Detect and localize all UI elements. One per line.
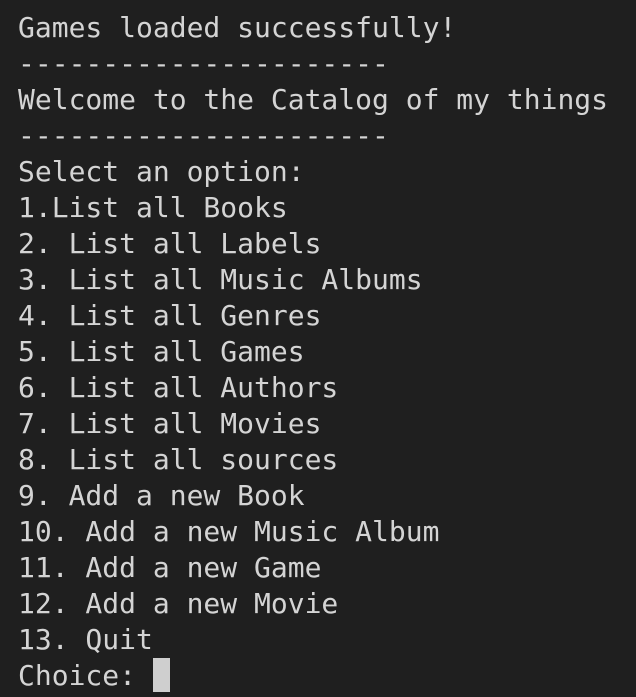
menu-option-list-books: 1.List all Books — [18, 191, 288, 224]
separator-line: ---------------------- — [18, 47, 389, 80]
menu-prompt: Select an option: — [18, 155, 305, 188]
menu-option-add-book: 9. Add a new Book — [18, 479, 305, 512]
menu-option-list-sources: 8. List all sources — [18, 443, 339, 476]
separator-line: ---------------------- — [18, 119, 389, 152]
menu-option-list-genres: 4. List all Genres — [18, 299, 322, 332]
terminal-window[interactable]: Games loaded successfully! -------------… — [0, 0, 636, 697]
block-cursor-icon[interactable] — [152, 658, 170, 692]
menu-option-add-movie: 12. Add a new Movie — [18, 587, 339, 620]
status-message: Games loaded successfully! — [18, 11, 457, 44]
menu-option-list-authors: 6. List all Authors — [18, 371, 339, 404]
menu-options: 1.List all Books 2. List all Labels 3. L… — [18, 190, 636, 658]
choice-label: Choice: — [18, 659, 153, 692]
menu-option-quit: 13. Quit — [18, 623, 153, 656]
menu-option-list-labels: 2. List all Labels — [18, 227, 322, 260]
menu-option-add-game: 11. Add a new Game — [18, 551, 322, 584]
menu-option-list-music-albums: 3. List all Music Albums — [18, 263, 423, 296]
menu-option-list-games: 5. List all Games — [18, 335, 305, 368]
menu-option-list-movies: 7. List all Movies — [18, 407, 322, 440]
choice-input-line[interactable]: Choice: — [18, 658, 636, 694]
menu-option-add-music-album: 10. Add a new Music Album — [18, 515, 440, 548]
welcome-message: Welcome to the Catalog of my things — [18, 83, 609, 116]
